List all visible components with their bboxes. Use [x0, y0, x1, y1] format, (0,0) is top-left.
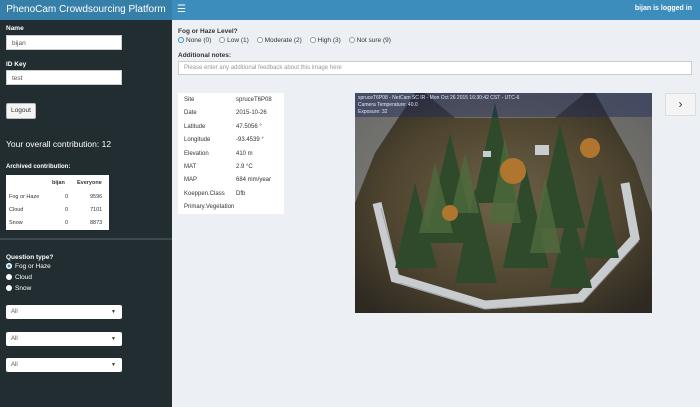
sidebar-divider — [0, 238, 172, 240]
fog-option-none[interactable]: None (0) — [178, 37, 211, 44]
metadata-row: Longitude -93.4539 ° — [184, 137, 264, 144]
radio-selected-icon[interactable] — [178, 37, 184, 43]
metadata-row: MAP 684 mm/year — [184, 177, 272, 184]
name-label: Name — [6, 25, 24, 32]
caret-down-icon: ▼ — [111, 336, 116, 342]
metadata-row: Primary.Vegetation — [184, 204, 235, 211]
image-overlay-line-3: Exposure: 32 — [358, 109, 388, 115]
phenocam-image: spruceT6P08 - NetCam SC IR - Mon Oct 26 … — [355, 93, 652, 313]
radio-icon[interactable] — [309, 37, 316, 43]
id-key-label: ID Key — [6, 61, 27, 68]
bijan-count: 0 — [65, 207, 69, 213]
fog-level-options: None (0) Low (1) Moderate (2) High (3) N… — [178, 37, 397, 47]
logged-in-user-text: bijan is logged in — [634, 5, 692, 12]
filter-select-2[interactable]: All ▼ — [6, 332, 122, 346]
everyone-count: 9596 — [90, 194, 103, 200]
everyone-count: 8873 — [90, 220, 103, 226]
main-content: Fog or Haze Level? None (0) Low (1) Mode… — [172, 20, 700, 407]
chevron-right-icon[interactable]: › — [679, 97, 683, 111]
row-label: Cloud — [9, 207, 24, 213]
overall-contribution-text: Your overall contribution: 12 — [6, 139, 112, 149]
question-radio-snow[interactable]: Snow — [6, 285, 31, 292]
fog-option-low[interactable]: Low (1) — [219, 37, 249, 44]
fog-option-not-sure[interactable]: Not sure (9) — [348, 37, 391, 44]
contribution-table: bijan Everyone Fog or Haze 0 9596 Cloud … — [6, 175, 109, 230]
row-label: Snow — [9, 220, 23, 226]
metadata-row: MAT 2.9 °C — [184, 164, 253, 170]
question-radio-fog[interactable]: Fog or Haze — [6, 263, 51, 270]
id-key-input[interactable]: test — [6, 70, 122, 85]
filter-select-3[interactable]: All ▼ — [6, 358, 122, 372]
metadata-row: Latitude 47.5056 ° — [184, 123, 262, 130]
metadata-row: Date 2015-10-26 — [184, 110, 267, 117]
archived-contribution-label: Archived contribution: — [6, 164, 71, 170]
radio-icon[interactable] — [219, 37, 226, 43]
image-overlay-line-1: spruceT6P08 - NetCam SC IR - Mon Oct 26 … — [358, 95, 520, 101]
table-row: Snow 0 8873 — [6, 217, 109, 230]
filter-select-1[interactable]: All ▼ — [6, 305, 122, 319]
radio-icon[interactable] — [256, 37, 263, 43]
fog-option-high[interactable]: High (3) — [309, 37, 341, 44]
fog-option-moderate[interactable]: Moderate (2) — [256, 37, 302, 44]
notes-input[interactable]: Please enter any additional feedback abo… — [178, 61, 692, 75]
image-overlay-line-2: Camera Temperature: 40.0 — [358, 102, 418, 108]
metadata-row: Koeppen.Class Dfb — [184, 190, 246, 197]
bijan-count: 0 — [65, 220, 69, 226]
column-header-everyone: Everyone — [77, 180, 102, 186]
site-metadata-table: Site spruceT6P08 Date 2015-10-26 Latitude 4… — [178, 93, 284, 214]
sidebar: Name bijan ID Key test Logout Your overa… — [0, 20, 172, 407]
fog-level-question: Fog or Haze Level? — [178, 28, 238, 35]
metadata-row: Elevation 410 m — [184, 150, 253, 157]
radio-icon[interactable] — [6, 274, 12, 280]
everyone-count: 7101 — [90, 207, 103, 213]
bijan-count: 0 — [65, 194, 69, 200]
sidebar-toggle-hamburger-icon[interactable]: ☰ — [177, 3, 186, 17]
radio-selected-icon[interactable] — [6, 263, 12, 269]
name-input[interactable]: bijan — [6, 35, 122, 50]
row-label: Fog or Haze — [9, 194, 40, 200]
notes-label: Additional notes: — [178, 52, 232, 59]
radio-icon[interactable] — [6, 285, 12, 291]
caret-down-icon: ▼ — [111, 362, 116, 368]
table-header-row: bijan Everyone — [6, 177, 109, 190]
forest-photo-illustration: spruceT6P08 - NetCam SC IR - Mon Oct 26 … — [355, 93, 652, 313]
next-image-button[interactable]: › — [665, 93, 696, 116]
table-row: Cloud 0 7101 — [6, 204, 109, 217]
app-title[interactable]: PhenoCam Crowdsourcing Platform — [0, 0, 172, 20]
table-row: Fog or Haze 0 9596 — [6, 191, 109, 204]
radio-icon[interactable] — [348, 37, 355, 43]
top-navbar: PhenoCam Crowdsourcing Platform ☰ bijan … — [0, 0, 700, 20]
logout-button[interactable]: Logout — [6, 103, 36, 119]
caret-down-icon: ▼ — [111, 309, 116, 315]
metadata-row: Site spruceT6P08 — [184, 97, 272, 103]
question-radio-cloud[interactable]: Cloud — [6, 274, 32, 281]
column-header-bijan: bijan — [52, 180, 65, 186]
question-type-label: Question type? — [6, 254, 54, 261]
